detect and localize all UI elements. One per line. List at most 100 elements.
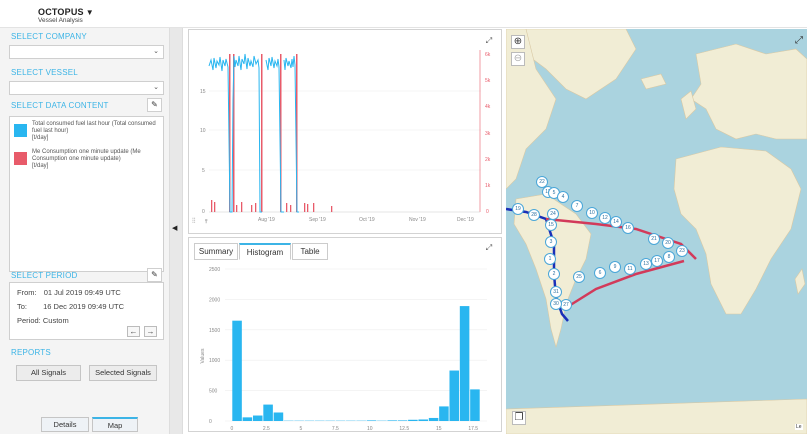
edit-period-button[interactable]: ✎ bbox=[147, 268, 162, 282]
red-spike bbox=[255, 203, 257, 212]
signal-icon[interactable]: ⫯ bbox=[205, 218, 208, 225]
previous-period-button[interactable]: ← bbox=[127, 326, 140, 337]
x-tick: Nov '19 bbox=[409, 217, 426, 223]
map-button[interactable]: Map bbox=[92, 417, 138, 432]
port-marker[interactable]: 11 bbox=[624, 263, 636, 275]
port-marker[interactable]: 3 bbox=[545, 236, 557, 248]
landmass-madagascar bbox=[794, 268, 806, 295]
port-marker[interactable]: 30 bbox=[550, 298, 562, 310]
port-marker[interactable]: 31 bbox=[550, 286, 562, 298]
timeseries-panel: ⤢ 15 10 5 0 6k 5k 4k 3k 2k 1k 0 Aug '19 … bbox=[188, 29, 502, 234]
expand-icon[interactable]: ⤢ bbox=[484, 243, 494, 253]
vessel-select[interactable]: ⌄ bbox=[9, 81, 164, 95]
right-tick: 3k bbox=[485, 131, 491, 137]
layers-button[interactable]: ❐ bbox=[512, 411, 526, 425]
select-period-title: SELECT PERIOD bbox=[11, 271, 78, 280]
timeseries-chart: 15 10 5 0 6k 5k 4k 3k 2k 1k 0 Aug '19 Se… bbox=[192, 50, 491, 225]
port-marker[interactable]: 8 bbox=[663, 251, 675, 263]
y-tick: 2000 bbox=[209, 297, 220, 303]
red-spike bbox=[214, 202, 216, 212]
reports-title: REPORTS bbox=[11, 348, 51, 357]
app-header: OCTOPUS ▼ Vessel Analysis bbox=[0, 0, 807, 28]
collapse-sidebar-strip[interactable]: ◀ bbox=[170, 28, 183, 434]
port-marker[interactable]: 13 bbox=[640, 258, 652, 270]
port-marker[interactable]: 4 bbox=[557, 191, 569, 203]
port-marker[interactable]: 6 bbox=[594, 267, 606, 279]
zoom-out-icon: ⊖ bbox=[513, 53, 523, 64]
histogram-panel: Summary Histogram Table ⤢ 2500 2000 1500 10… bbox=[188, 237, 502, 432]
fullscreen-button[interactable]: ⤢ bbox=[792, 35, 806, 49]
company-select[interactable]: ⌄ bbox=[9, 45, 164, 59]
signal-item[interactable]: Total consumed fuel last hour (Total con… bbox=[14, 121, 162, 142]
port-marker[interactable]: 21 bbox=[648, 233, 660, 245]
app-subtitle: Vessel Analysis bbox=[38, 17, 83, 24]
route-map[interactable]: 2218547101214162120238171311961928241531… bbox=[506, 29, 807, 434]
port-marker[interactable]: 2 bbox=[548, 268, 560, 280]
port-marker[interactable]: 7 bbox=[571, 200, 583, 212]
port-marker[interactable]: 17 bbox=[651, 255, 663, 267]
y-axis-label: Values bbox=[200, 348, 206, 363]
period-label: Period: bbox=[17, 316, 41, 325]
x-tick: Aug '19 bbox=[258, 217, 275, 223]
zoom-in-button[interactable]: ⊕ bbox=[511, 35, 525, 49]
tab-histogram[interactable]: Histogram bbox=[239, 243, 291, 260]
port-marker[interactable]: 1 bbox=[544, 253, 556, 265]
red-spike bbox=[261, 54, 263, 212]
total-fuel-series bbox=[208, 53, 299, 213]
pencil-icon: ✎ bbox=[151, 270, 158, 279]
app-menu-button[interactable]: OCTOPUS ▼ bbox=[38, 7, 94, 17]
right-tick: 0 bbox=[486, 209, 489, 215]
port-marker[interactable]: 19 bbox=[512, 203, 524, 215]
histogram-chart: 2500 2000 1500 1000 500 0 0 2.5 5 7.5 10 12.5 15 17.… bbox=[200, 267, 487, 431]
chevron-down-icon: ⌄ bbox=[153, 48, 159, 55]
selected-signals-button[interactable]: Selected Signals bbox=[89, 365, 157, 381]
tab-summary[interactable]: Summary bbox=[194, 243, 238, 260]
port-marker[interactable]: 23 bbox=[676, 245, 688, 257]
red-spike bbox=[251, 205, 253, 212]
all-signals-button[interactable]: All Signals bbox=[16, 365, 81, 381]
sliders-icon[interactable]: ⫶⫶ bbox=[192, 217, 196, 225]
zoom-in-icon: ⊕ bbox=[513, 36, 523, 47]
histogram-bar bbox=[397, 420, 408, 421]
port-marker[interactable]: 15 bbox=[545, 219, 557, 231]
left-tick: 0 bbox=[202, 209, 205, 215]
red-spike bbox=[307, 204, 309, 212]
port-marker[interactable]: 9 bbox=[609, 261, 621, 273]
edit-data-content-button[interactable]: ✎ bbox=[147, 98, 162, 112]
histogram-bar bbox=[470, 389, 480, 421]
right-tick: 2k bbox=[485, 157, 491, 163]
signal-color-swatch bbox=[14, 152, 27, 165]
period-type-row: Period: Custom bbox=[17, 316, 69, 325]
x-tick: 15 bbox=[436, 426, 442, 431]
port-marker[interactable]: 28 bbox=[528, 209, 540, 221]
red-spike bbox=[286, 203, 288, 212]
x-tick: 12.5 bbox=[399, 426, 409, 431]
red-spike bbox=[290, 205, 292, 212]
port-marker[interactable]: 25 bbox=[573, 271, 585, 283]
right-tick: 5k bbox=[485, 78, 491, 84]
expand-icon: ⤢ bbox=[795, 35, 803, 46]
tab-table[interactable]: Table bbox=[292, 243, 328, 260]
x-tick: 17.5 bbox=[468, 426, 478, 431]
y-tick: 1000 bbox=[209, 358, 220, 364]
zoom-out-button[interactable]: ⊖ bbox=[511, 52, 525, 66]
right-tick: 6k bbox=[485, 52, 491, 58]
x-tick: 2.5 bbox=[263, 426, 270, 431]
port-marker[interactable]: 16 bbox=[622, 222, 634, 234]
map-canvas bbox=[506, 29, 807, 434]
red-spike bbox=[331, 206, 333, 212]
port-marker[interactable]: 20 bbox=[662, 237, 674, 249]
period-box: From: 01 Jul 2019 09:49 UTC To: 16 Dec 2… bbox=[9, 282, 164, 340]
details-button[interactable]: Details bbox=[41, 417, 89, 432]
port-marker[interactable]: 14 bbox=[610, 216, 622, 228]
left-tick: 15 bbox=[200, 89, 206, 95]
histogram-bar bbox=[252, 415, 263, 421]
x-tick: 0 bbox=[231, 426, 234, 431]
signal-item[interactable]: Me Consumption one minute update (Me Con… bbox=[14, 149, 162, 170]
pencil-icon: ✎ bbox=[151, 100, 158, 109]
port-marker[interactable]: 10 bbox=[586, 207, 598, 219]
x-tick: Oct '19 bbox=[359, 217, 375, 223]
from-label: From: bbox=[17, 288, 37, 297]
select-vessel-title: SELECT VESSEL bbox=[11, 68, 78, 77]
next-period-button[interactable]: → bbox=[144, 326, 157, 337]
